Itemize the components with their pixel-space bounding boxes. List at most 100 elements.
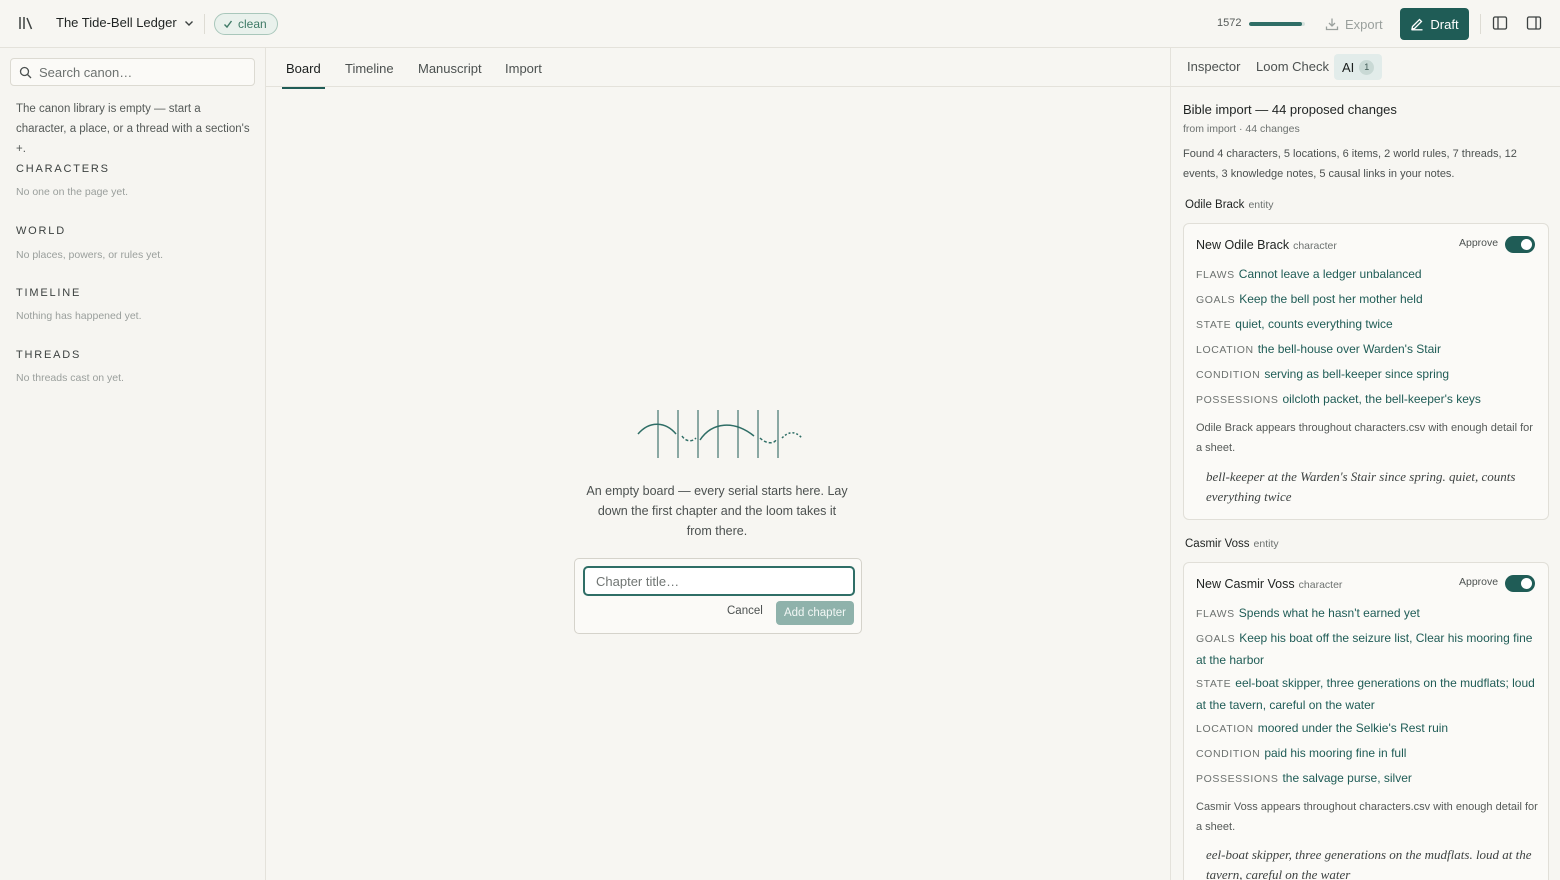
ai-count-badge: 1 [1359,59,1375,75]
toggle-knob [1521,578,1532,589]
field-flaws: FLAWS Cannot leave a ledger unbalanced [1196,264,1541,286]
tab-ai-label: AI [1342,59,1355,75]
field-key: LOCATION [1196,723,1254,735]
field-key: FLAWS [1196,608,1235,620]
section-empty-world: No places, powers, or rules yet. [16,249,164,261]
card-kind: character [1293,240,1337,252]
field-value: serving as bell-keeper since spring [1264,367,1450,381]
project-title: The Tide-Bell Ledger [56,15,177,30]
pencil-icon [1411,18,1423,31]
panel-right-icon[interactable] [1526,15,1542,31]
field-key: CONDITION [1196,748,1261,760]
section-empty-characters: No one on the page yet. [16,186,129,198]
canon-search[interactable] [10,58,255,86]
entity-kind: entity [1248,199,1274,211]
download-icon [1325,18,1339,31]
main-tabs: Board Timeline Manuscript Import [266,48,1170,89]
search-icon [19,66,32,78]
field-value: Spends what he hasn't earned yet [1238,606,1420,620]
cancel-button[interactable]: Cancel [727,605,763,617]
library-empty-note: The canon library is empty — start a cha… [16,103,250,155]
board-area: Board Timeline Manuscript Import An empt… [266,48,1170,880]
card-title: New Casmir Voss character [1196,577,1342,591]
status-badge: clean [214,13,278,35]
import-subtitle: from import · 44 changes [1183,123,1300,135]
word-progress-fill [1249,22,1303,26]
tab-manuscript[interactable]: Manuscript [418,61,482,87]
tab-timeline[interactable]: Timeline [345,61,394,87]
field-key: FLAWS [1196,269,1235,281]
section-header-timeline[interactable]: TIMELINE [16,287,81,299]
card-title-text: New Casmir Voss [1196,577,1295,591]
field-value: the bell-house over Warden's Stair [1257,342,1441,356]
approve-toggle[interactable] [1505,575,1535,592]
project-switcher[interactable]: The Tide-Bell Ledger [56,15,195,30]
panel-left-icon[interactable] [1492,15,1508,31]
field-value: quiet, counts everything twice [1235,317,1393,331]
import-title: Bible import — 44 proposed changes [1183,102,1397,117]
approve-label: Approve [1459,576,1499,588]
field-value: Cannot leave a ledger unbalanced [1238,267,1422,281]
section-header-world[interactable]: WORLD [16,225,66,237]
entity-header: Odile Brack entity [1185,199,1274,211]
tab-loom-check[interactable]: Loom Check [1256,59,1329,74]
card-note: Odile Brack appears throughout character… [1196,422,1533,454]
word-count: 1572 [1217,17,1242,29]
status-badge-label: clean [238,17,267,31]
import-description: Found 4 characters, 5 locations, 6 items… [1183,148,1517,180]
tab-board[interactable]: Board [282,61,325,89]
tab-ai[interactable]: AI 1 [1334,54,1383,80]
entity-header: Casmir Voss entity [1185,538,1279,550]
section-header-characters[interactable]: CHARACTERS [16,163,110,175]
entity-card-odile-brack: New Odile Brack character Approve FLAWS Ca… [1183,223,1549,520]
field-value: paid his mooring fine in full [1264,746,1407,760]
draft-button[interactable]: Draft [1400,8,1469,40]
field-condition: CONDITION paid his mooring fine in full [1196,743,1541,765]
section-empty-timeline: Nothing has happened yet. [16,310,142,322]
approve-toggle[interactable] [1505,236,1535,253]
top-bar: The Tide-Bell Ledger clean 1572 Export D… [0,0,1560,48]
empty-board-message: An empty board — every serial starts her… [586,484,848,538]
approve-label: Approve [1459,237,1499,249]
field-goals: GOALS Keep the bell post her mother held [1196,289,1541,311]
field-value: eel-boat skipper, three generations on t… [1196,676,1535,712]
check-icon [224,20,233,29]
loom-illustration-icon [637,410,803,458]
section-empty-threads: No threads cast on yet. [16,372,124,384]
add-chapter-card: Cancel Add chapter [574,558,862,634]
field-key: GOALS [1196,633,1236,645]
card-kind: character [1298,579,1343,591]
add-chapter-button[interactable]: Add chapter [776,601,854,625]
card-note: Casmir Voss appears throughout character… [1196,801,1538,833]
inspector-panel: Inspector Loom Check AI 1 Bible import —… [1170,48,1560,880]
field-key: POSSESSIONS [1196,773,1279,785]
field-value: moored under the Selkie's Rest ruin [1257,721,1449,735]
entity-name: Odile Brack [1185,199,1245,211]
export-button[interactable]: Export [1325,14,1383,34]
field-goals: GOALS Keep his boat off the seizure list,… [1196,628,1541,671]
field-value: Keep his boat off the seizure list, Clea… [1196,631,1533,667]
chapter-title-input[interactable] [583,566,855,596]
field-key: POSSESSIONS [1196,394,1279,406]
library-icon[interactable] [17,14,35,32]
divider [1480,14,1481,34]
card-quote: eel-boat skipper, three generations on t… [1206,847,1532,880]
card-title: New Odile Brack character [1196,238,1337,252]
field-location: LOCATION the bell-house over Warden's Sta… [1196,339,1541,361]
entity-card-casmir-voss: New Casmir Voss character Approve FLAWS Sp… [1183,562,1549,880]
search-input[interactable] [39,64,239,80]
field-state: STATE eel-boat skipper, three generations… [1196,673,1541,716]
field-condition: CONDITION serving as bell-keeper since sp… [1196,364,1541,386]
field-value: oilcloth packet, the bell-keeper's keys [1282,392,1481,406]
export-label: Export [1345,16,1383,32]
field-value: the salvage purse, silver [1282,771,1412,785]
field-possessions: POSSESSIONS oilcloth packet, the bell-kee… [1196,389,1541,411]
toggle-knob [1521,239,1532,250]
field-possessions: POSSESSIONS the salvage purse, silver [1196,768,1541,790]
section-header-threads[interactable]: THREADS [16,349,81,361]
entity-name: Casmir Voss [1185,538,1250,550]
tab-inspector[interactable]: Inspector [1187,59,1240,74]
divider [204,14,205,34]
tab-import[interactable]: Import [505,61,542,87]
field-location: LOCATION moored under the Selkie's Rest r… [1196,718,1541,740]
